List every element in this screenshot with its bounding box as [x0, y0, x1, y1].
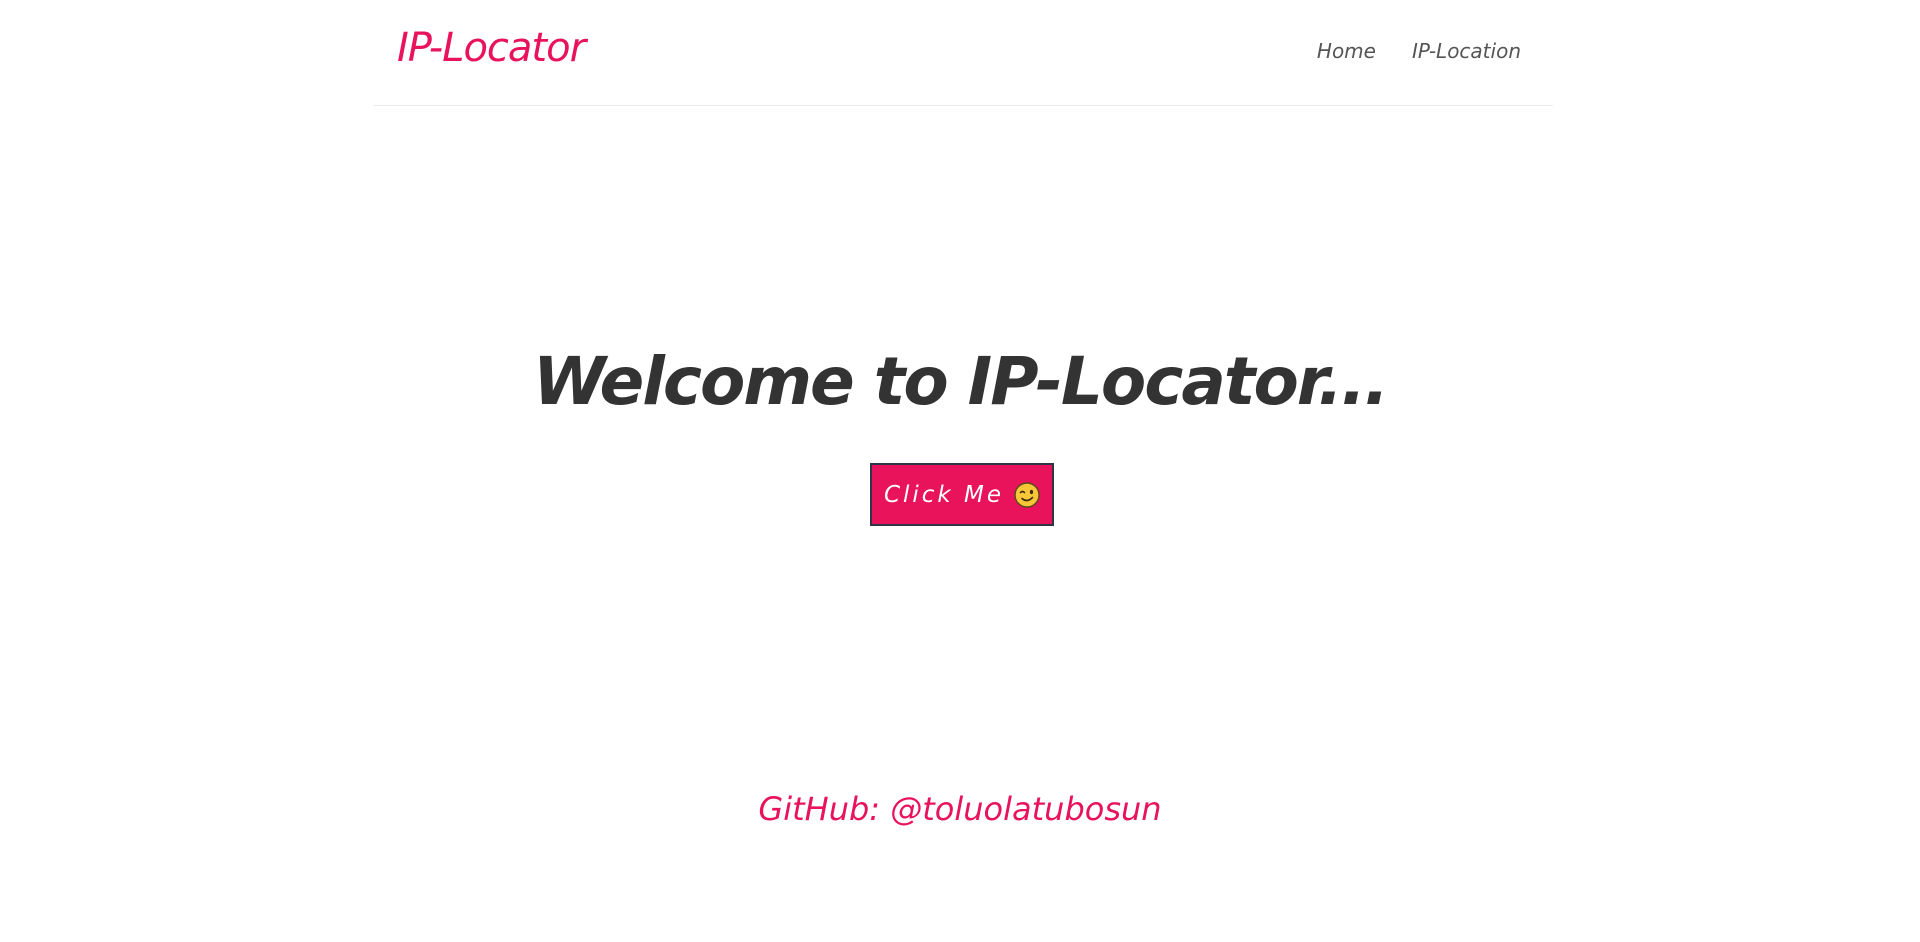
navbar: IP-Locator Home IP-Location: [373, 0, 1553, 106]
nav-links: Home IP-Location: [1317, 39, 1521, 63]
nav-link-ip-location[interactable]: IP-Location: [1412, 39, 1521, 63]
hero-title: Welcome to IP-Locator...: [532, 343, 1389, 420]
brand-logo-link[interactable]: IP-Locator: [397, 25, 586, 71]
page: IP-Locator Home IP-Location Welcome to I…: [0, 0, 1920, 942]
click-me-button-label: Click Me: [883, 481, 1005, 508]
nav-link-home[interactable]: Home: [1317, 39, 1376, 63]
wink-emoji-icon: [1014, 481, 1040, 508]
click-me-button[interactable]: Click Me: [870, 463, 1054, 526]
github-link[interactable]: GitHub: @toluolatubosun: [0, 790, 1920, 828]
